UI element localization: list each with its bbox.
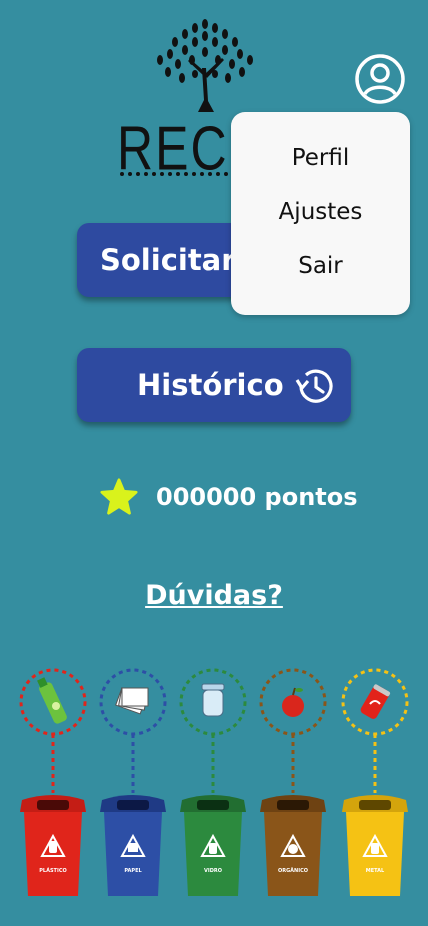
star-icon (100, 478, 138, 515)
bin-label-plastico: PLÁSTICO (39, 867, 67, 874)
bin-organico[interactable]: ORGÂNICO (259, 668, 327, 896)
points-display: 000000 pontos (100, 475, 358, 519)
glass-jar-icon (201, 683, 225, 717)
bin-metal[interactable]: METAL (341, 668, 409, 896)
bin-vidro[interactable]: VIDRO (179, 668, 247, 896)
soda-can-icon (360, 684, 391, 719)
history-icon (295, 369, 333, 403)
bin-label-vidro: VIDRO (204, 868, 222, 874)
apple-icon (282, 687, 304, 717)
paper-stack-icon (115, 687, 149, 715)
profile-dropdown-menu: Perfil Ajustes Sair (231, 112, 410, 315)
bin-label-papel: PAPEL (124, 868, 142, 874)
menu-item-sair[interactable]: Sair (231, 253, 410, 279)
bin-label-organico: ORGÂNICO (278, 867, 308, 874)
recycling-bins-illustration: PLÁSTICO PAPEL VIDRO ORGÂNICO METAL (19, 668, 409, 896)
plastic-bottle-icon (37, 677, 67, 724)
bin-plastico[interactable]: PLÁSTICO (19, 668, 87, 896)
duvidas-link[interactable]: Dúvidas? (0, 580, 428, 611)
bin-label-metal: METAL (366, 868, 385, 874)
historico-button[interactable]: Histórico (77, 348, 351, 422)
historico-button-label: Histórico (137, 368, 284, 402)
menu-item-perfil[interactable]: Perfil (231, 145, 410, 171)
points-text: 000000 pontos (156, 483, 358, 511)
menu-item-ajustes[interactable]: Ajustes (231, 199, 410, 225)
user-circle-icon[interactable] (354, 53, 406, 105)
bin-papel[interactable]: PAPEL (99, 668, 167, 896)
